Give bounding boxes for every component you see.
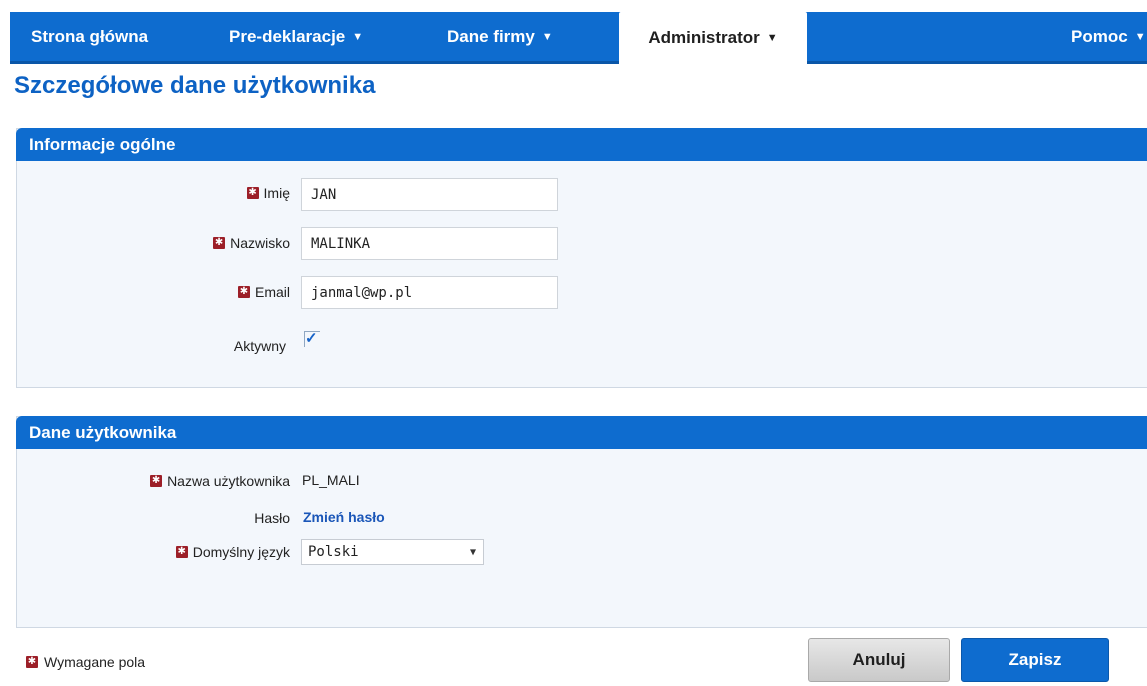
panel-header: Informacje ogólne xyxy=(16,128,1147,161)
password-label: Hasło xyxy=(120,508,290,528)
check-icon: ✓ xyxy=(305,330,318,347)
language-select-value: Polski xyxy=(308,544,359,560)
chevron-down-icon: ▼ xyxy=(469,547,476,558)
nav-item-label: Pre-deklaracje xyxy=(229,26,346,46)
required-fields-text: Wymagane pola xyxy=(44,654,146,670)
last-name-label-text: Nazwisko xyxy=(230,235,290,251)
username-value: PL_MALI xyxy=(302,472,360,488)
top-navigation: Strona główna Pre-deklaracje ▼ Dane firm… xyxy=(10,12,1147,64)
required-fields-note: Wymagane pola xyxy=(26,654,145,670)
password-label-text: Hasło xyxy=(254,510,290,526)
nav-item-label: Pomoc xyxy=(1071,26,1128,46)
required-star-icon xyxy=(213,236,226,250)
nav-item-help[interactable]: Pomoc ▼ xyxy=(1071,12,1146,61)
nav-item-pre-declarations[interactable]: Pre-deklaracje ▼ xyxy=(229,12,363,61)
email-field[interactable] xyxy=(301,276,558,309)
page-title: Szczegółowe dane użytkownika xyxy=(14,72,376,99)
email-label-text: Email xyxy=(254,284,290,300)
last-name-field[interactable] xyxy=(301,227,558,260)
chevron-down-icon: ▼ xyxy=(1134,30,1146,43)
language-label: Domyślny język xyxy=(80,542,290,562)
required-star-icon xyxy=(26,655,38,669)
nav-item-label: Administrator xyxy=(648,28,760,47)
chevron-down-icon: ▼ xyxy=(352,30,364,43)
active-checkbox[interactable]: ✓ xyxy=(304,331,320,347)
cancel-button-label: Anuluj xyxy=(852,650,906,669)
required-star-icon xyxy=(175,545,188,559)
required-star-icon xyxy=(150,474,163,488)
active-label: Aktywny xyxy=(120,336,286,356)
nav-item-administrator[interactable]: Administrator ▼ xyxy=(619,12,807,64)
username-label-text: Nazwa użytkownika xyxy=(167,473,290,489)
nav-item-label: Strona główna xyxy=(31,26,149,46)
panel-header: Dane użytkownika xyxy=(16,416,1147,449)
first-name-field[interactable] xyxy=(301,178,558,211)
nav-item-company-data[interactable]: Dane firmy ▼ xyxy=(447,12,553,61)
email-label: Email xyxy=(120,282,290,302)
first-name-label-text: Imię xyxy=(263,185,290,201)
chevron-down-icon: ▼ xyxy=(541,30,553,43)
cancel-button[interactable]: Anuluj xyxy=(808,638,950,682)
nav-item-home[interactable]: Strona główna xyxy=(31,12,148,61)
chevron-down-icon: ▼ xyxy=(766,32,778,44)
last-name-label: Nazwisko xyxy=(120,233,290,253)
language-label-text: Domyślny język xyxy=(192,544,290,560)
first-name-label: Imię xyxy=(120,183,290,203)
required-star-icon xyxy=(246,186,259,200)
nav-item-label: Dane firmy xyxy=(447,26,535,46)
required-star-icon xyxy=(237,285,250,299)
save-button[interactable]: Zapisz xyxy=(961,638,1109,682)
username-label: Nazwa użytkownika xyxy=(80,471,290,491)
active-label-text: Aktywny xyxy=(233,338,286,354)
language-select[interactable]: Polski ▼ xyxy=(301,539,484,565)
save-button-label: Zapisz xyxy=(1008,650,1062,669)
change-password-link[interactable]: Zmień hasło xyxy=(303,509,385,525)
